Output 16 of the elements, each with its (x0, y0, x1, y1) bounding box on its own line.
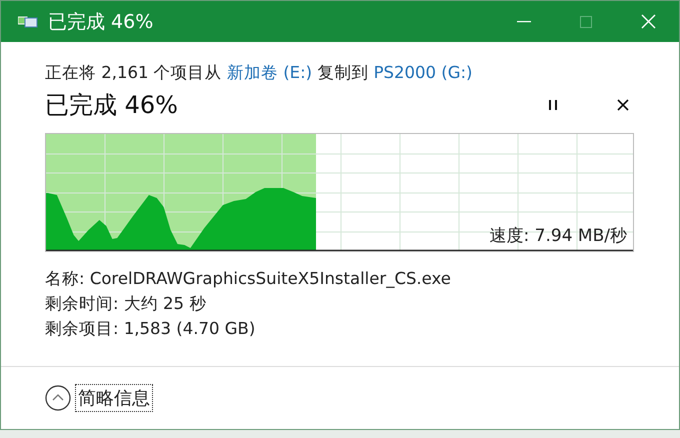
destination-link[interactable]: PS2000 (G:) (374, 63, 472, 82)
maximize-icon (580, 16, 592, 28)
detail-text: 名称: CorelDRAWGraphicsSuiteX5Installer_CS.exe (45, 268, 452, 290)
speed-text: 速度: 7.94 MB/秒 (490, 225, 627, 247)
detail-text: 剩余项目: 1,583 (4.70 GB) (45, 318, 256, 340)
close-icon (640, 14, 656, 29)
window-title: 已完成 46% (48, 10, 154, 34)
copy-icon (18, 14, 38, 28)
detail-text: 剩余时间: 大约 25 秒 (45, 293, 208, 315)
source-link[interactable]: 新加卷 (E:) (226, 63, 312, 82)
chevron-up-icon (45, 385, 71, 411)
copy-description: 正在将 2,161 个项目从 新加卷 (E:) 复制到 PS2000 (G:) (45, 62, 474, 84)
minimize-icon (517, 20, 531, 22)
close-icon (617, 99, 629, 111)
progress-text: 已完成 46% (45, 90, 179, 121)
pause-icon (548, 99, 558, 111)
